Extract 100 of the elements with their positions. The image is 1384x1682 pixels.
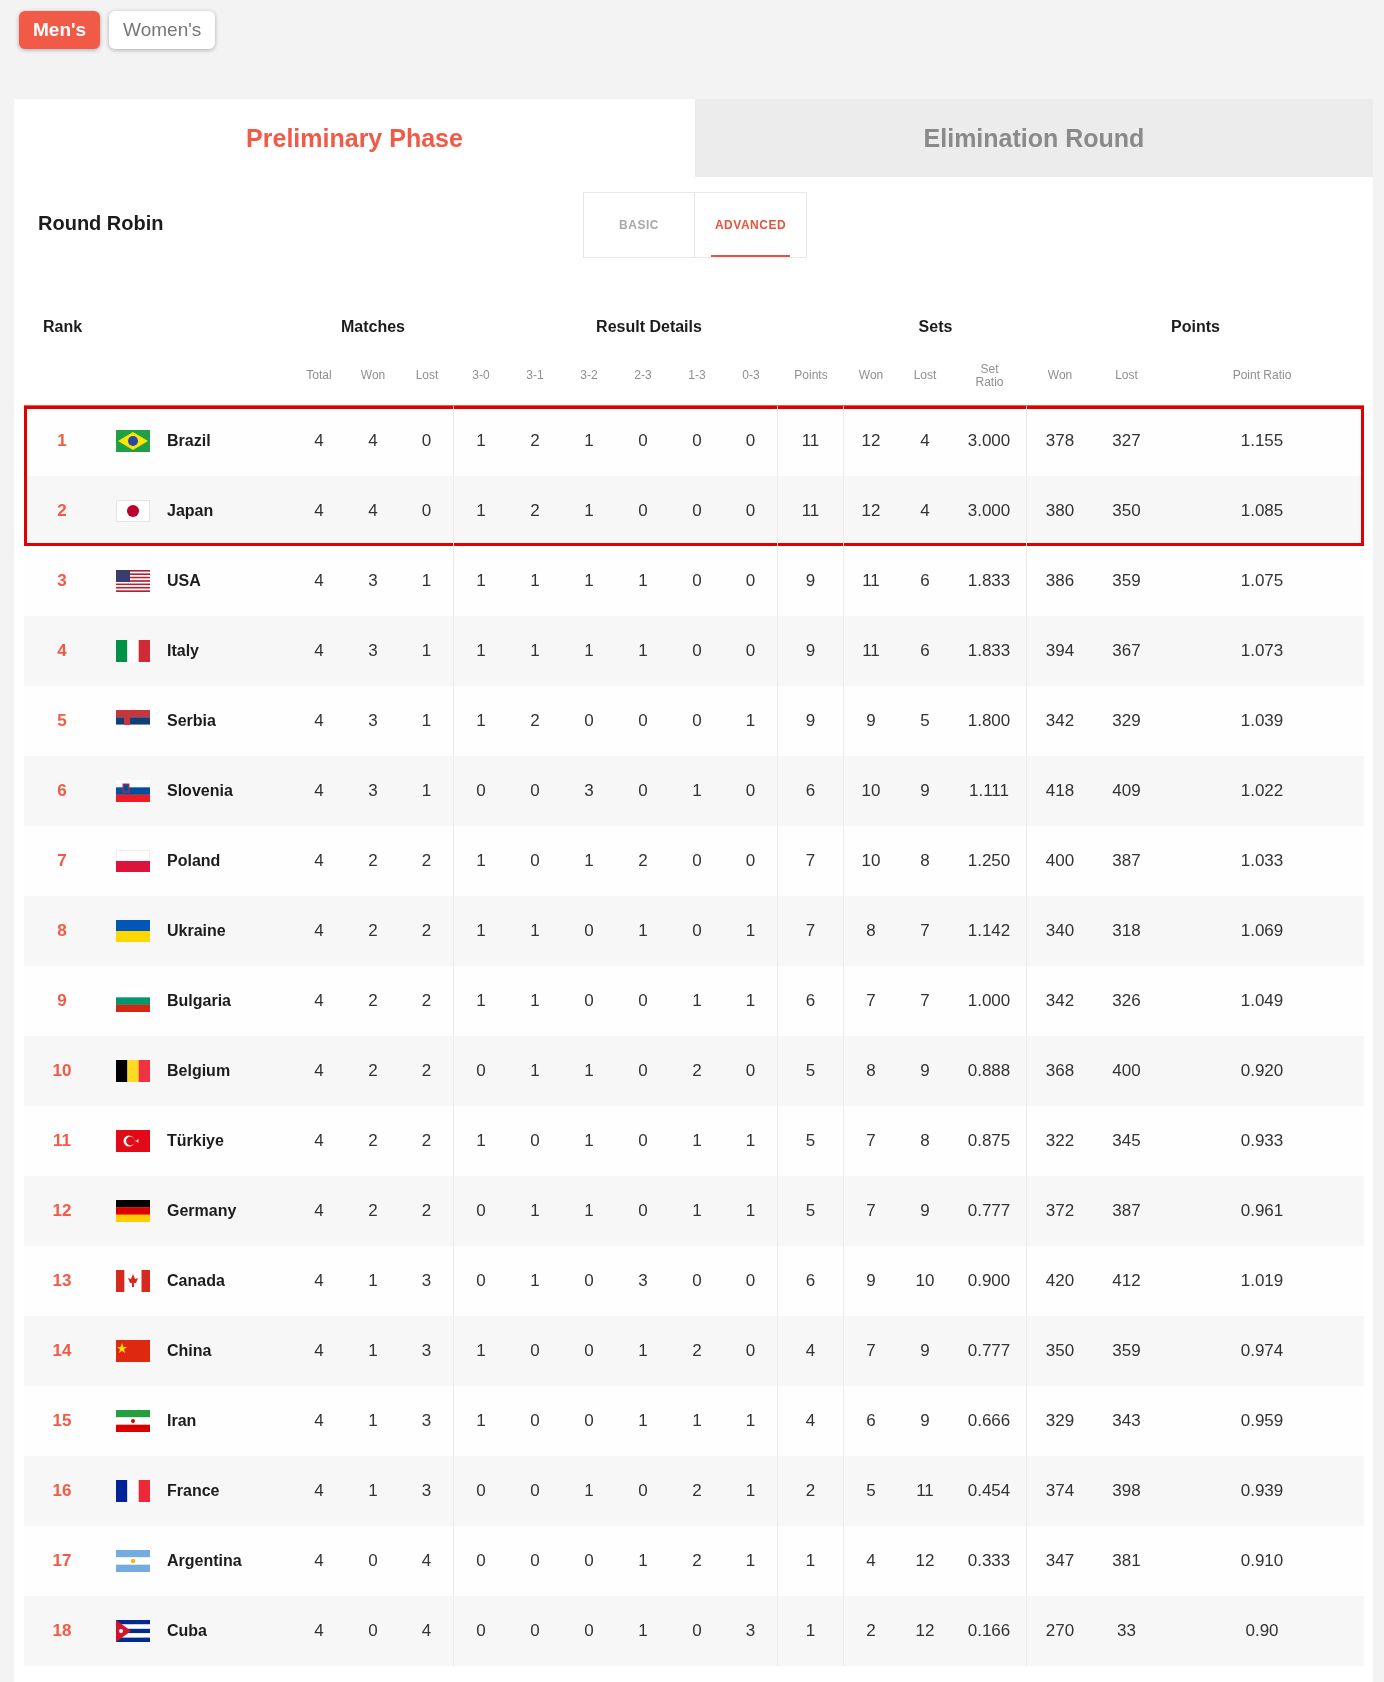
table-cell-text: 9: [919, 1340, 931, 1362]
table-cell-text: 1.069: [1239, 920, 1285, 942]
table-cell-text: 1: [583, 1130, 595, 1152]
table-cell-text: 1.073: [1239, 640, 1285, 662]
country-name: Japan: [167, 502, 214, 520]
table-cell-text: 0: [529, 1410, 541, 1432]
table-cell-text: 0: [583, 1410, 595, 1432]
table-cell-text: 1: [583, 500, 595, 522]
table-cell-text: 4: [865, 1550, 877, 1572]
table-cell-text: 0: [529, 1550, 541, 1572]
table-cell-text: 0: [475, 1200, 487, 1222]
table-cell-text: 1: [637, 920, 649, 942]
country-name: Brazil: [167, 432, 211, 450]
table-cell-text: 4: [313, 780, 325, 802]
gender-tab[interactable]: Women's: [109, 11, 216, 49]
country-name: Belgium: [167, 1062, 231, 1080]
table-cell-text: 4: [313, 1410, 325, 1432]
table-cell-text: 11: [861, 570, 881, 592]
flag-icon: [116, 570, 150, 592]
table-cell-text: 1: [475, 570, 487, 592]
table-cell-text: 381: [1111, 1550, 1142, 1572]
column-header: Won: [359, 369, 387, 383]
table-cell-text: 11: [861, 640, 881, 662]
table-cell-text: 374: [1044, 1480, 1076, 1502]
table-cell-text: 1.022: [1239, 780, 1285, 802]
table-cell-text: 8: [919, 850, 931, 872]
table-cell-text: 420: [1044, 1270, 1076, 1292]
rank-cell-text: 16: [51, 1481, 73, 1501]
table-cell-text: 9: [919, 780, 931, 802]
column-header: 3-1: [525, 369, 545, 383]
table-cell-text: 340: [1044, 920, 1076, 942]
table-cell-text: 33: [1116, 1620, 1137, 1642]
table-cell-text: 6: [865, 1410, 877, 1432]
flag-icon: [116, 1340, 150, 1362]
table-cell-text: 1: [475, 990, 487, 1012]
country-name: Argentina: [167, 1552, 242, 1570]
column-header: 1-3: [687, 369, 707, 383]
table-cell-text: 11: [915, 1480, 935, 1502]
table-cell-text: 3: [367, 710, 379, 732]
table-cell-text: 0: [529, 850, 541, 872]
table-cell-text: 0: [583, 710, 595, 732]
table-cell-text: 1.049: [1239, 990, 1285, 1012]
table-cell-text: 318: [1111, 920, 1142, 942]
table-cell-text: 0: [637, 1200, 649, 1222]
table-cell-text: 2: [367, 1130, 379, 1152]
rank-cell-text: 8: [56, 921, 68, 941]
table-cell-text: 329: [1111, 710, 1142, 732]
phase-tab[interactable]: Elimination Round: [695, 99, 1373, 177]
table-cell-text: 10: [914, 1270, 936, 1292]
table-cell-text: 0: [529, 1130, 541, 1152]
country-name: Türkiye: [167, 1132, 224, 1150]
table-cell-text: 0.961: [1239, 1200, 1285, 1222]
rank-cell-text: 13: [51, 1271, 73, 1291]
table-cell-text: 1.033: [1239, 850, 1285, 872]
column-header: Point Ratio: [1231, 369, 1293, 383]
flag-icon: [116, 920, 150, 942]
table-cell-text: 0: [637, 1130, 649, 1152]
table-cell-text: 4: [313, 640, 325, 662]
section-title: Round Robin: [38, 212, 164, 235]
table-cell-text: 0: [691, 1620, 703, 1642]
rank-cell-text: 4: [56, 641, 68, 661]
table-cell-text: 1: [529, 570, 541, 592]
table-cell-text: 7: [919, 990, 931, 1012]
table-cell-text: 1: [475, 1340, 487, 1362]
table-cell-text: 7: [865, 990, 877, 1012]
table-cell-text: 409: [1111, 780, 1142, 802]
table-cell-text: 0: [583, 1270, 595, 1292]
column-header: Lost: [414, 369, 440, 383]
table-cell-text: 4: [313, 1480, 325, 1502]
table-cell-text: 7: [865, 1340, 877, 1362]
table-cell-text: 6: [919, 640, 931, 662]
table-cell-text: 1: [691, 1130, 703, 1152]
column-group-header: Sets: [917, 318, 954, 336]
table-cell-text: 3: [583, 780, 595, 802]
table-cell-text: 0: [583, 1620, 595, 1642]
table-cell-text: 2: [529, 500, 541, 522]
table-cell-text: 0: [691, 850, 703, 872]
table-cell-text: 2: [691, 1550, 703, 1572]
country-name: Slovenia: [167, 782, 233, 800]
table-cell-text: 1.039: [1239, 710, 1285, 732]
table-cell-text: 0: [583, 1550, 595, 1572]
table-cell-text: 368: [1044, 1060, 1076, 1082]
table-cell-text: 4: [313, 1550, 325, 1572]
table-cell-text: 359: [1111, 570, 1142, 592]
flag-icon: [116, 500, 150, 522]
table-cell-text: 0.974: [1239, 1340, 1285, 1362]
table-cell-text: 0.959: [1239, 1410, 1285, 1432]
rank-cell-text: 11: [52, 1131, 72, 1151]
table-cell-text: 8: [919, 1130, 931, 1152]
table-cell: 3: [724, 1596, 778, 1666]
column-header: Won: [1046, 369, 1074, 383]
column-header: Won: [857, 369, 885, 383]
table-cell-text: 2: [367, 990, 379, 1012]
rank-cell-text: 6: [56, 781, 68, 801]
column-header: Lost: [912, 369, 938, 383]
table-cell-text: 1: [475, 920, 487, 942]
gender-tab[interactable]: Men's: [19, 11, 101, 49]
table-cell-text: 1: [637, 570, 649, 592]
table-cell-text: 9: [919, 1200, 931, 1222]
table-cell-text: 359: [1111, 1340, 1142, 1362]
